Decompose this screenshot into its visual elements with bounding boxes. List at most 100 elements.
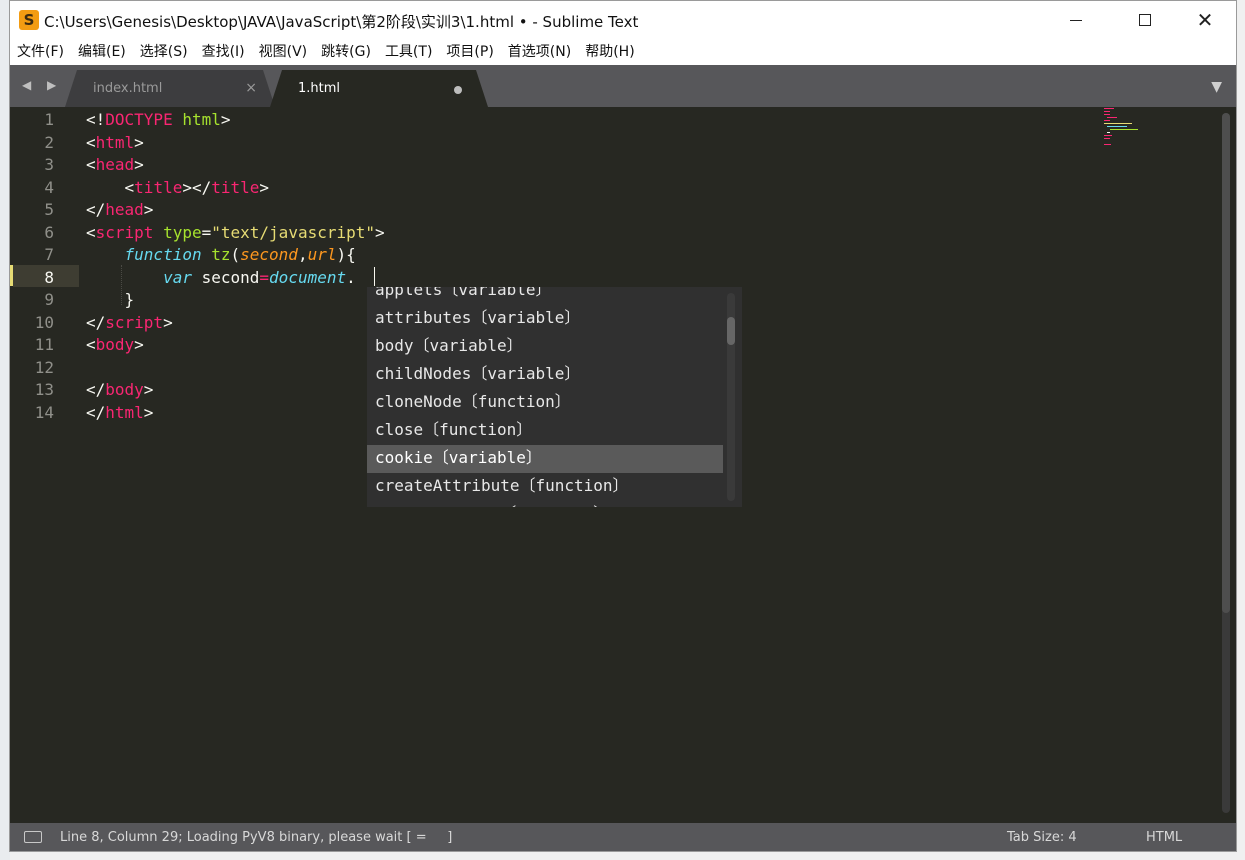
line-number: 11 <box>34 335 54 354</box>
tab-size-indicator[interactable]: Tab Size: 4 <box>1007 830 1077 845</box>
code-token: html <box>95 132 135 152</box>
tab-1-html[interactable]: 1.html <box>270 70 488 107</box>
code-line[interactable]: </html> <box>86 402 153 425</box>
code-token: head <box>95 155 135 174</box>
line-number: 7 <box>44 245 54 264</box>
code-token: > <box>143 380 154 399</box>
tab-nav-arrows-icon[interactable]: ◀ ▶ <box>22 78 62 92</box>
code-token: < <box>86 222 96 242</box>
tab-close-icon[interactable]: × <box>245 80 257 96</box>
menu-item-0[interactable]: 文件(F) <box>10 39 71 65</box>
autocomplete-item[interactable]: cookie〔variable〕 <box>367 445 723 473</box>
code-line[interactable]: } <box>86 289 135 312</box>
code-line[interactable]: </script> <box>86 312 173 335</box>
code-token: > <box>143 402 154 422</box>
sublime-window: S C:\Users\Genesis\Desktop\JAVA\JavaScri… <box>9 0 1237 852</box>
autocomplete-item[interactable]: cloneNode〔function〕 <box>367 389 723 417</box>
menu-item-4[interactable]: 视图(V) <box>252 39 315 65</box>
code-line[interactable]: </body> <box>86 379 153 402</box>
tab-bar: ◀ ▶ index.html × 1.html ▼ <box>10 65 1236 107</box>
line-number-gutter: 1 2 3 4 5 6 7 8 9 10 11 12 13 14 <box>10 107 70 823</box>
line-number: 5 <box>44 200 54 219</box>
code-token: > <box>134 132 144 152</box>
code-token: </ <box>86 380 106 399</box>
autocomplete-item[interactable]: applets〔variable〕 <box>367 287 723 305</box>
line-number: 13 <box>34 380 54 399</box>
tab-label: index.html <box>93 81 163 96</box>
title-bar: S C:\Users\Genesis\Desktop\JAVA\JavaScri… <box>10 1 1236 39</box>
menu-item-1[interactable]: 编辑(E) <box>71 39 133 65</box>
menu-item-7[interactable]: 项目(P) <box>439 39 500 65</box>
code-token: = <box>259 267 270 287</box>
autocomplete-item[interactable]: childNodes〔variable〕 <box>367 361 723 389</box>
code-line[interactable]: <title></title> <box>86 177 270 200</box>
code-token: ( <box>230 245 241 264</box>
code-line[interactable]: var second=document. <box>86 267 356 290</box>
code-token: > <box>163 312 173 332</box>
autocomplete-item[interactable]: createAttribute〔function〕 <box>367 473 723 501</box>
code-token: url <box>307 245 337 264</box>
autocomplete-item[interactable]: close〔function〕 <box>367 417 723 445</box>
unsaved-dot-icon[interactable] <box>454 86 462 94</box>
code-token: document <box>269 267 347 287</box>
panel-toggle-icon[interactable] <box>24 831 42 843</box>
code-token: type <box>163 222 202 242</box>
minimap[interactable] <box>1104 107 1144 147</box>
code-token: second <box>191 267 260 287</box>
code-line[interactable]: <body> <box>86 334 144 357</box>
code-line[interactable]: <html> <box>86 132 144 155</box>
sublime-app-icon: S <box>19 10 39 30</box>
editor-scrollbar-thumb[interactable] <box>1222 113 1230 613</box>
code-line[interactable]: <head> <box>86 154 144 177</box>
code-line[interactable]: <!DOCTYPE html> <box>86 109 231 132</box>
menu-item-8[interactable]: 首选项(N) <box>501 39 578 65</box>
minimize-button[interactable] <box>1053 1 1099 39</box>
code-token: < <box>86 155 96 174</box>
code-token: html <box>182 110 221 129</box>
close-window-button[interactable]: ✕ <box>1182 1 1228 39</box>
code-token: > <box>220 110 231 129</box>
code-line[interactable]: function tz(second,url){ <box>86 244 356 267</box>
autocomplete-popup[interactable]: createComment〔function〕createAttribute〔f… <box>367 287 742 507</box>
line-number: 8 <box>44 267 54 287</box>
code-token: body <box>95 335 135 354</box>
menu-bar: 文件(F) 编辑(E) 选择(S) 查找(I) 视图(V) 跳转(G) 工具(T) 项目(P)… <box>10 39 1236 65</box>
status-bar: Line 8, Column 29; Loading PyV8 binary, … <box>10 823 1236 851</box>
code-token: > <box>375 222 385 242</box>
code-token: = <box>201 222 212 242</box>
tab-label: 1.html <box>298 81 341 96</box>
code-token: "text/javascript" <box>211 222 376 242</box>
maximize-button[interactable] <box>1122 1 1168 39</box>
tab-index-html[interactable]: index.html × <box>65 70 275 107</box>
code-line[interactable]: <script type="text/javascript"> <box>86 222 385 245</box>
code-token: var <box>163 267 192 287</box>
code-token: head <box>105 200 144 219</box>
menu-item-6[interactable]: 工具(T) <box>378 39 439 65</box>
syntax-indicator[interactable]: HTML <box>1146 830 1182 845</box>
code-token: . <box>346 267 356 287</box>
code-token: ){ <box>336 245 356 264</box>
code-line[interactable]: </head> <box>86 199 153 222</box>
menu-item-2[interactable]: 选择(S) <box>133 39 195 65</box>
code-token: html <box>105 402 144 422</box>
menu-item-5[interactable]: 跳转(G) <box>314 39 378 65</box>
menu-item-9[interactable]: 帮助(H) <box>578 39 641 65</box>
code-token: ></ <box>182 177 212 197</box>
code-token: > <box>143 200 154 219</box>
line-number: 10 <box>34 312 54 332</box>
code-token: <! <box>86 110 106 129</box>
menu-item-3[interactable]: 查找(I) <box>195 39 252 65</box>
popup-scrollbar-thumb[interactable] <box>727 317 735 345</box>
autocomplete-item[interactable]: attributes〔variable〕 <box>367 305 723 333</box>
code-token: script <box>95 222 154 242</box>
text-caret <box>374 267 375 286</box>
autocomplete-item[interactable]: body〔variable〕 <box>367 333 723 361</box>
tab-list-dropdown-icon[interactable]: ▼ <box>1211 79 1222 95</box>
code-editor[interactable]: 1 2 3 4 5 6 7 8 9 10 11 12 13 14 <!DOCTYPE html> <html… <box>10 107 1236 823</box>
autocomplete-item[interactable]: createComment〔function〕 <box>367 501 723 507</box>
